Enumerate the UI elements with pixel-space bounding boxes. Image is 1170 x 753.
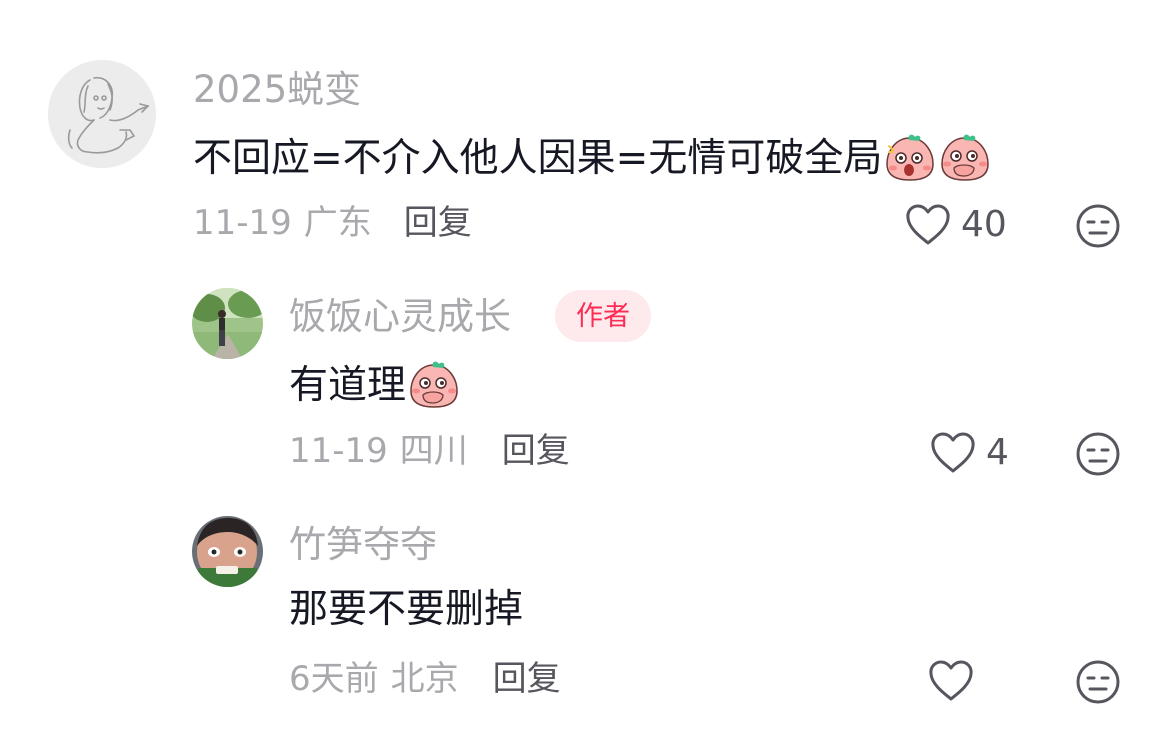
comment-location: 北京 <box>390 659 459 699</box>
avatar[interactable] <box>192 288 263 359</box>
comment-text: 有道理 <box>289 361 461 409</box>
comment-username[interactable]: 2025蜕变 <box>193 71 361 108</box>
comment-text: 不回应=不介入他人因果=无情可破全局 <box>193 134 992 182</box>
comment-location: 四川 <box>399 431 468 471</box>
comment-text: 那要不要删掉 <box>289 590 523 629</box>
heart-outline-icon <box>905 204 951 246</box>
meh-face-icon <box>1075 203 1121 249</box>
comment-text-body: 有道理 <box>289 362 407 408</box>
meh-face-icon <box>1075 659 1121 705</box>
comment-username[interactable]: 饭饭心灵成长 <box>289 298 511 335</box>
comment-text-body: 那要不要删掉 <box>289 587 524 632</box>
avatar[interactable] <box>48 60 156 168</box>
heart-outline-icon <box>928 660 974 702</box>
shocked-peach-emoji <box>883 134 937 182</box>
comment-username[interactable]: 竹笋夺夺 <box>289 526 437 563</box>
like-count: 4 <box>986 432 1009 473</box>
face-photo-avatar-image <box>192 516 263 587</box>
dislike-button[interactable] <box>1075 203 1121 249</box>
avatar[interactable] <box>192 516 263 587</box>
comment-date: 11-19 <box>193 203 292 243</box>
covering-mouth-peach-emoji <box>938 134 992 182</box>
author-badge: 作者 <box>555 290 651 342</box>
dislike-button[interactable] <box>1075 659 1121 705</box>
reply-button[interactable]: 回复 <box>404 206 472 240</box>
like-button[interactable] <box>928 660 974 702</box>
like-button[interactable]: 4 <box>930 432 1009 474</box>
like-count: 40 <box>961 204 1007 245</box>
comment-location: 广东 <box>303 203 372 243</box>
comment-meta: 11-19 四川 回复 <box>289 434 570 468</box>
outdoor-photo-avatar-image <box>192 288 263 359</box>
heart-outline-icon <box>930 432 976 474</box>
comment-date: 11-19 <box>289 431 388 471</box>
reply-button[interactable]: 回复 <box>493 662 561 696</box>
covering-mouth-peach-emoji <box>407 361 461 409</box>
comment-meta: 6天前 北京 回复 <box>289 662 561 696</box>
comment-date: 6天前 <box>289 659 379 699</box>
sketch-avatar-image <box>48 60 156 168</box>
dislike-button[interactable] <box>1075 431 1121 477</box>
like-button[interactable]: 40 <box>905 204 1007 246</box>
comment-text-body: 不回应=不介入他人因果=无情可破全局 <box>193 135 883 181</box>
comment-meta: 11-19 广东 回复 <box>193 206 472 240</box>
reply-button[interactable]: 回复 <box>502 434 570 468</box>
meh-face-icon <box>1075 431 1121 477</box>
